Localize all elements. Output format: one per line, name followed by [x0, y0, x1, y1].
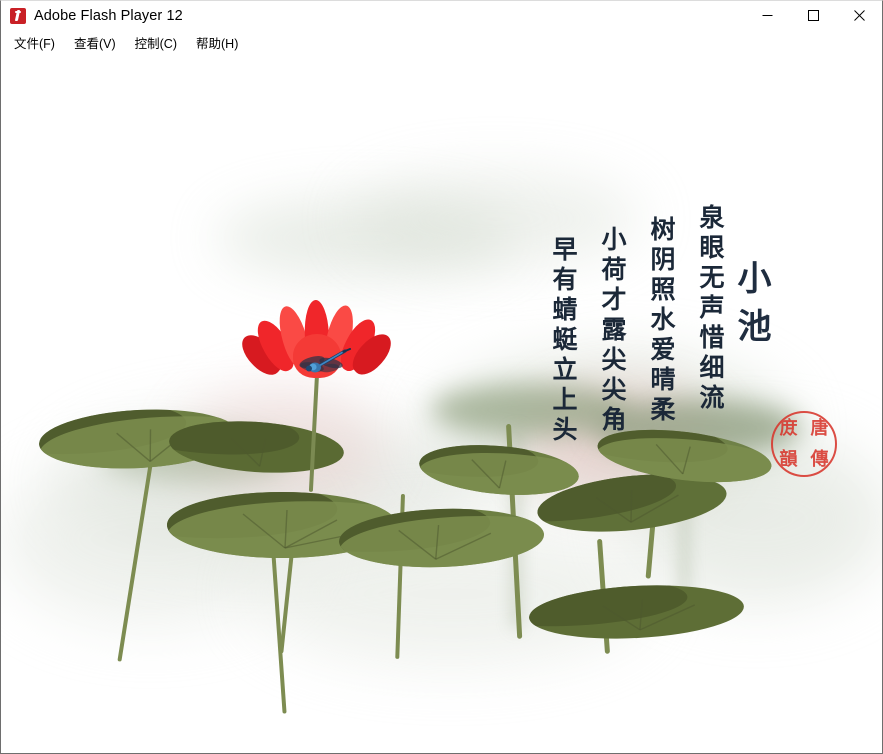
menu-item-control[interactable]: 控制(C) [129, 30, 183, 55]
seal-char-3: 韻 [779, 448, 798, 470]
menu-item-file[interactable]: 文件(F) [8, 30, 61, 55]
poem-line-2: 树阴照水爱晴柔 [647, 216, 676, 426]
window-title: Adobe Flash Player 12 [34, 7, 183, 24]
lotus-pad [338, 505, 545, 571]
poem-line-1: 泉眼无声惜细流 [696, 204, 725, 414]
seal-char-2: 唐 [810, 417, 829, 439]
poem: 小池 泉眼无声惜细流 树阴照水爱晴柔 小荷才露尖尖角 早有蜻蜓立上头 [531, 204, 792, 446]
menu-item-help[interactable]: 帮助(H) [190, 30, 244, 55]
leaf-veins [602, 599, 696, 631]
window-controls [744, 1, 882, 30]
poem-title: 小池 [731, 260, 771, 356]
lotus-pad [527, 580, 746, 644]
flash-player-window: Adobe Flash Player 12 文件(F) 查看(V) 控制(C) … [0, 0, 883, 754]
dragonfly [298, 348, 354, 384]
menu-item-view[interactable]: 查看(V) [68, 30, 122, 55]
title-bar[interactable]: Adobe Flash Player 12 [1, 1, 882, 30]
flash-stage[interactable]: 小池 泉眼无声惜细流 树阴照水爱晴柔 小荷才露尖尖角 早有蜻蜓立上头 庻 唐 韻… [1, 54, 882, 753]
close-icon [853, 10, 865, 21]
poem-line-4: 早有蜻蜓立上头 [549, 236, 578, 446]
seal-char-4: 傳 [810, 448, 829, 470]
minimize-button[interactable] [744, 1, 790, 30]
leaf-veins [398, 525, 492, 560]
minimize-icon [762, 15, 772, 16]
lotus-stem [117, 448, 155, 662]
menu-bar: 文件(F) 查看(V) 控制(C) 帮助(H) [1, 30, 882, 54]
dragonfly-icon [299, 348, 351, 373]
flash-player-icon [10, 7, 26, 24]
seal-stamp: 庻 唐 韻 傳 [771, 411, 837, 477]
poem-line-3: 小荷才露尖尖角 [598, 226, 627, 436]
seal-char-1: 庻 [779, 417, 798, 439]
maximize-icon [807, 10, 819, 21]
maximize-button[interactable] [790, 1, 836, 30]
close-button[interactable] [836, 1, 882, 30]
background-wash [216, 199, 516, 277]
